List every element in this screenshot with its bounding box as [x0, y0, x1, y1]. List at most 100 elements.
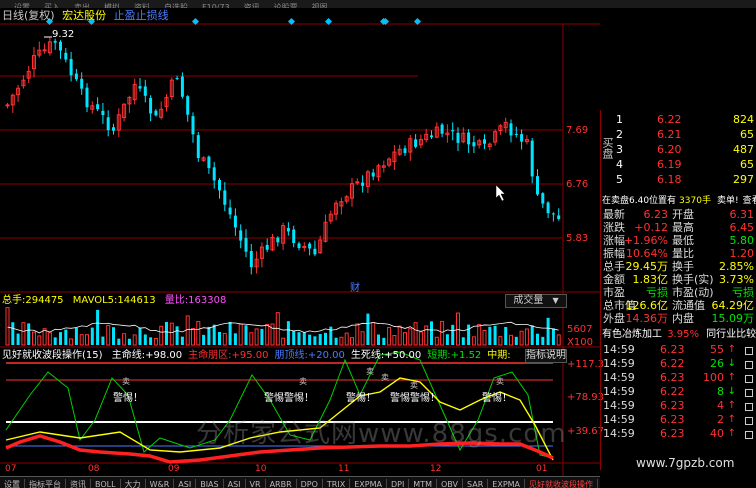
- volume-bar: [366, 313, 370, 345]
- bid-volume: 65: [740, 128, 754, 141]
- candle-body: [276, 237, 280, 243]
- volume-bar: [397, 325, 402, 346]
- volume-bar: [318, 334, 322, 345]
- large-order-notice[interactable]: 在卖盘6.40位置有3370手卖单! 查看详细: [602, 195, 756, 208]
- industry-row[interactable]: 有色冶炼加工 3.95% 同行业比较: [602, 328, 756, 341]
- sell-label: 卖: [381, 373, 389, 382]
- volume-bar: [344, 332, 349, 346]
- industry-name: 有色冶炼加工: [602, 329, 662, 340]
- trade-time: 14:59: [603, 371, 635, 384]
- volume-bar: [392, 335, 397, 346]
- candle-body: [302, 245, 307, 248]
- volume-bar: [106, 325, 111, 346]
- alert-label: 警惕警惕！: [264, 393, 314, 404]
- quote-value: 6.45: [729, 221, 755, 234]
- period-label[interactable]: 日线(复权): [2, 9, 55, 22]
- candle-body: [308, 243, 312, 249]
- candle-body: [292, 229, 296, 243]
- mavol-label: MAVOL5:: [72, 295, 118, 306]
- chart-canvas[interactable]: [0, 0, 600, 476]
- notice-link[interactable]: 查看详细: [743, 196, 756, 206]
- indicator-explain-button[interactable]: 指标说明: [525, 349, 567, 363]
- volume-bar: [477, 323, 482, 346]
- bid-list: 1 6.22 824 2 6.21 65 3 6.20 487 4 6.19 65 5 6.18 297: [600, 113, 756, 193]
- quote-label: 换手(实): [672, 273, 714, 286]
- candle-body: [175, 77, 179, 80]
- trade-price: 6.23: [660, 343, 685, 356]
- candle-body: [440, 124, 444, 134]
- volume-bar: [493, 325, 497, 345]
- y-label-upper: 7.69: [566, 125, 589, 136]
- volume-bar: [334, 337, 338, 345]
- quote-row: 总市值 126.6亿 流通值 64.29亿: [600, 299, 756, 312]
- sell-label: 卖: [410, 381, 418, 390]
- quote-label: 流通值: [672, 299, 705, 312]
- quote-label: 市盈(动): [672, 286, 714, 299]
- volume-bar: [377, 334, 380, 345]
- volume-bar: [482, 330, 487, 346]
- volume-bar: [260, 328, 264, 345]
- quote-value: 6.23: [643, 208, 669, 221]
- volume-bar: [498, 336, 503, 346]
- volume-bar: [551, 328, 555, 345]
- bid-row[interactable]: 1 6.22 824: [600, 113, 756, 127]
- bid-row[interactable]: 3 6.20 487: [600, 143, 756, 157]
- volume-bar: [355, 323, 360, 346]
- volume-bar: [228, 321, 232, 345]
- volume-dropdown[interactable]: 成交量 ▼: [505, 294, 567, 308]
- quote-label: 开盘: [672, 208, 694, 221]
- quote-label: 外盘: [603, 312, 625, 325]
- candle-body: [233, 215, 237, 228]
- bid-row[interactable]: 4 6.19 65: [600, 158, 756, 172]
- arrow-up-icon: ↑: [727, 372, 736, 383]
- indicator-mode[interactable]: 止盈止损线: [114, 9, 169, 22]
- trade-time: 14:59: [603, 413, 635, 426]
- trade-price: 6.23: [660, 371, 685, 384]
- candle-body: [249, 251, 253, 268]
- indicator-name[interactable]: 见好就收波段操作(15): [2, 350, 103, 361]
- candle-body: [414, 139, 418, 147]
- candle-body: [286, 228, 290, 232]
- volume-bar: [467, 324, 471, 345]
- quote-value: 64.29亿: [711, 299, 755, 312]
- mouse-cursor-icon: [495, 184, 506, 202]
- trade-row: 14:59 6.23 40 ↑: [600, 427, 756, 441]
- candle-body: [59, 41, 62, 51]
- volume-bar: [16, 333, 20, 345]
- industry-compare-button[interactable]: 同行业比较: [706, 329, 756, 340]
- candle-body: [403, 148, 407, 153]
- chart-title-line: 日线(复权) 宏达股份 止盈止损线: [2, 9, 169, 23]
- volume-bar: [339, 336, 344, 346]
- volume-bar: [451, 324, 455, 345]
- volume-bar: [27, 323, 31, 345]
- candle-body: [101, 110, 105, 116]
- candle-body: [196, 135, 200, 159]
- finance-marker[interactable]: 财: [350, 279, 360, 294]
- candle-body: [53, 40, 57, 43]
- volume-unit-label: X100: [567, 337, 593, 348]
- square-icon: [745, 431, 753, 439]
- trade-row: 14:59 6.23 55 ↑: [600, 343, 756, 357]
- industry-change: 3.95%: [667, 329, 699, 340]
- trade-volume: 2: [717, 413, 724, 426]
- trade-volume: 55: [710, 343, 724, 356]
- trade-price: 6.23: [660, 399, 685, 412]
- volume-bar: [117, 338, 121, 345]
- candle-body: [143, 86, 147, 96]
- candle-body: [265, 244, 269, 250]
- alert-label: 警惕警惕！: [390, 393, 440, 404]
- arrow-up-icon: ↑: [727, 414, 736, 425]
- trade-row: 14:59 6.23 4 ↑: [600, 399, 756, 413]
- bid-row[interactable]: 5 6.18 297: [600, 173, 756, 187]
- ratio-label: 量比:: [164, 295, 189, 306]
- volume-bar: [430, 321, 433, 345]
- volume-bar: [69, 338, 74, 346]
- bid-row[interactable]: 2 6.21 65: [600, 128, 756, 142]
- candle-body: [112, 127, 115, 131]
- trade-row: 14:59 6.22 26 ↓: [600, 357, 756, 371]
- candle-body: [154, 110, 158, 116]
- candle-body: [149, 98, 153, 114]
- quote-value: +1.96%: [623, 234, 668, 247]
- volume-dropdown-label: 成交量: [513, 295, 544, 306]
- volume-bar: [85, 334, 89, 346]
